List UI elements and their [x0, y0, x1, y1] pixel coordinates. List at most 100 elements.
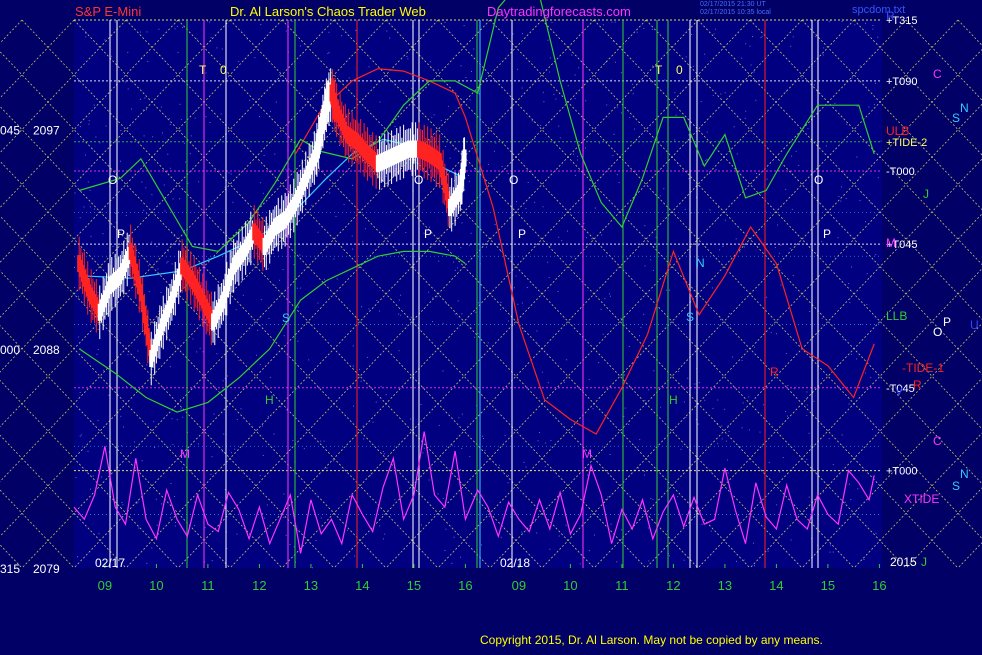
grid-dot — [704, 399, 706, 401]
grid-dot — [205, 116, 207, 118]
grid-dot — [527, 181, 529, 183]
grid-dot — [127, 88, 129, 90]
grid-dot — [875, 82, 876, 84]
right-marker: N — [960, 467, 969, 481]
right-marker: XTIDE — [904, 492, 939, 506]
chart-marker: P — [117, 227, 125, 241]
grid-dot — [555, 98, 557, 100]
site-link[interactable]: Daytradingforecasts.com — [487, 4, 631, 19]
grid-dot — [767, 550, 769, 552]
grid-dot — [145, 109, 147, 111]
grid-dot — [778, 252, 780, 254]
grid-dot — [179, 103, 181, 105]
grid-dot — [868, 106, 870, 108]
grid-dot — [578, 67, 580, 69]
grid-dot — [221, 48, 223, 50]
grid-dot — [361, 306, 363, 308]
chart-marker: M — [582, 447, 592, 461]
grid-dot — [93, 104, 95, 106]
x-tick-label: 15 — [407, 578, 421, 593]
grid-dot — [320, 517, 322, 519]
grid-dot — [780, 244, 782, 246]
grid-dot — [385, 175, 387, 177]
grid-dot — [310, 87, 312, 89]
grid-dot — [384, 533, 386, 535]
grid-dot — [262, 192, 264, 194]
chart-marker: T — [199, 63, 207, 77]
grid-dot — [227, 375, 229, 377]
grid-dot — [207, 20, 208, 22]
grid-dot — [97, 292, 99, 294]
grid-dot — [473, 48, 475, 50]
grid-dot — [844, 501, 846, 503]
grid-dot — [612, 155, 614, 157]
grid-dot — [299, 254, 301, 256]
grid-dot — [614, 21, 616, 23]
grid-dot — [140, 98, 141, 100]
grid-dot — [122, 504, 124, 506]
grid-dot — [460, 556, 462, 558]
grid-dot — [142, 109, 144, 111]
grid-dot — [85, 36, 87, 38]
grid-dot — [112, 245, 114, 247]
grid-dot — [579, 563, 581, 565]
grid-dot — [691, 212, 692, 214]
grid-dot — [534, 138, 536, 139]
grid-dot — [175, 347, 176, 349]
grid-dot — [461, 313, 463, 315]
grid-dot — [574, 98, 576, 100]
grid-dot — [866, 273, 868, 275]
grid-dot — [469, 99, 471, 101]
grid-dot — [774, 247, 776, 248]
grid-dot — [166, 262, 168, 264]
grid-dot — [865, 372, 867, 374]
grid-dot — [138, 527, 140, 529]
grid-dot — [420, 404, 422, 406]
grid-dot — [639, 439, 641, 441]
grid-dot — [688, 178, 690, 180]
grid-dot — [97, 419, 99, 421]
grid-dot — [285, 168, 287, 170]
grid-dot — [832, 551, 834, 553]
grid-dot — [664, 79, 666, 81]
grid-dot — [808, 496, 810, 498]
right-marker: S — [952, 111, 960, 125]
grid-dot — [856, 156, 858, 158]
grid-dot — [146, 213, 148, 215]
grid-dot — [849, 483, 850, 485]
grid-dot — [311, 567, 313, 569]
x-tick-label: 14 — [355, 578, 369, 593]
grid-dot — [643, 28, 645, 29]
grid-dot — [169, 118, 170, 120]
grid-dot — [692, 65, 694, 67]
grid-dot — [813, 400, 815, 402]
grid-dot — [429, 61, 431, 63]
right-marker: 2015 — [890, 555, 917, 569]
grid-dot — [557, 291, 559, 292]
grid-dot — [97, 328, 99, 330]
grid-dot — [105, 125, 107, 127]
grid-dot — [279, 74, 281, 76]
grid-dot — [837, 237, 839, 239]
grid-dot — [761, 35, 763, 37]
right-marker: P — [943, 315, 951, 329]
grid-dot — [790, 539, 792, 541]
grid-dot — [650, 259, 652, 261]
grid-dot — [432, 297, 434, 299]
grid-dot — [272, 252, 274, 254]
grid-dot — [841, 21, 843, 22]
grid-dot — [180, 129, 182, 131]
grid-dot — [87, 450, 89, 452]
grid-dot — [119, 160, 121, 162]
grid-dot — [123, 426, 124, 428]
grid-dot — [791, 155, 793, 157]
grid-dot — [482, 435, 484, 437]
grid-dot — [872, 25, 874, 26]
grid-dot — [477, 302, 479, 304]
grid-dot — [551, 21, 553, 23]
grid-dot — [600, 308, 602, 310]
grid-dot — [697, 245, 699, 247]
grid-dot — [170, 483, 172, 485]
grid-dot — [863, 559, 865, 560]
grid-dot — [400, 314, 402, 316]
